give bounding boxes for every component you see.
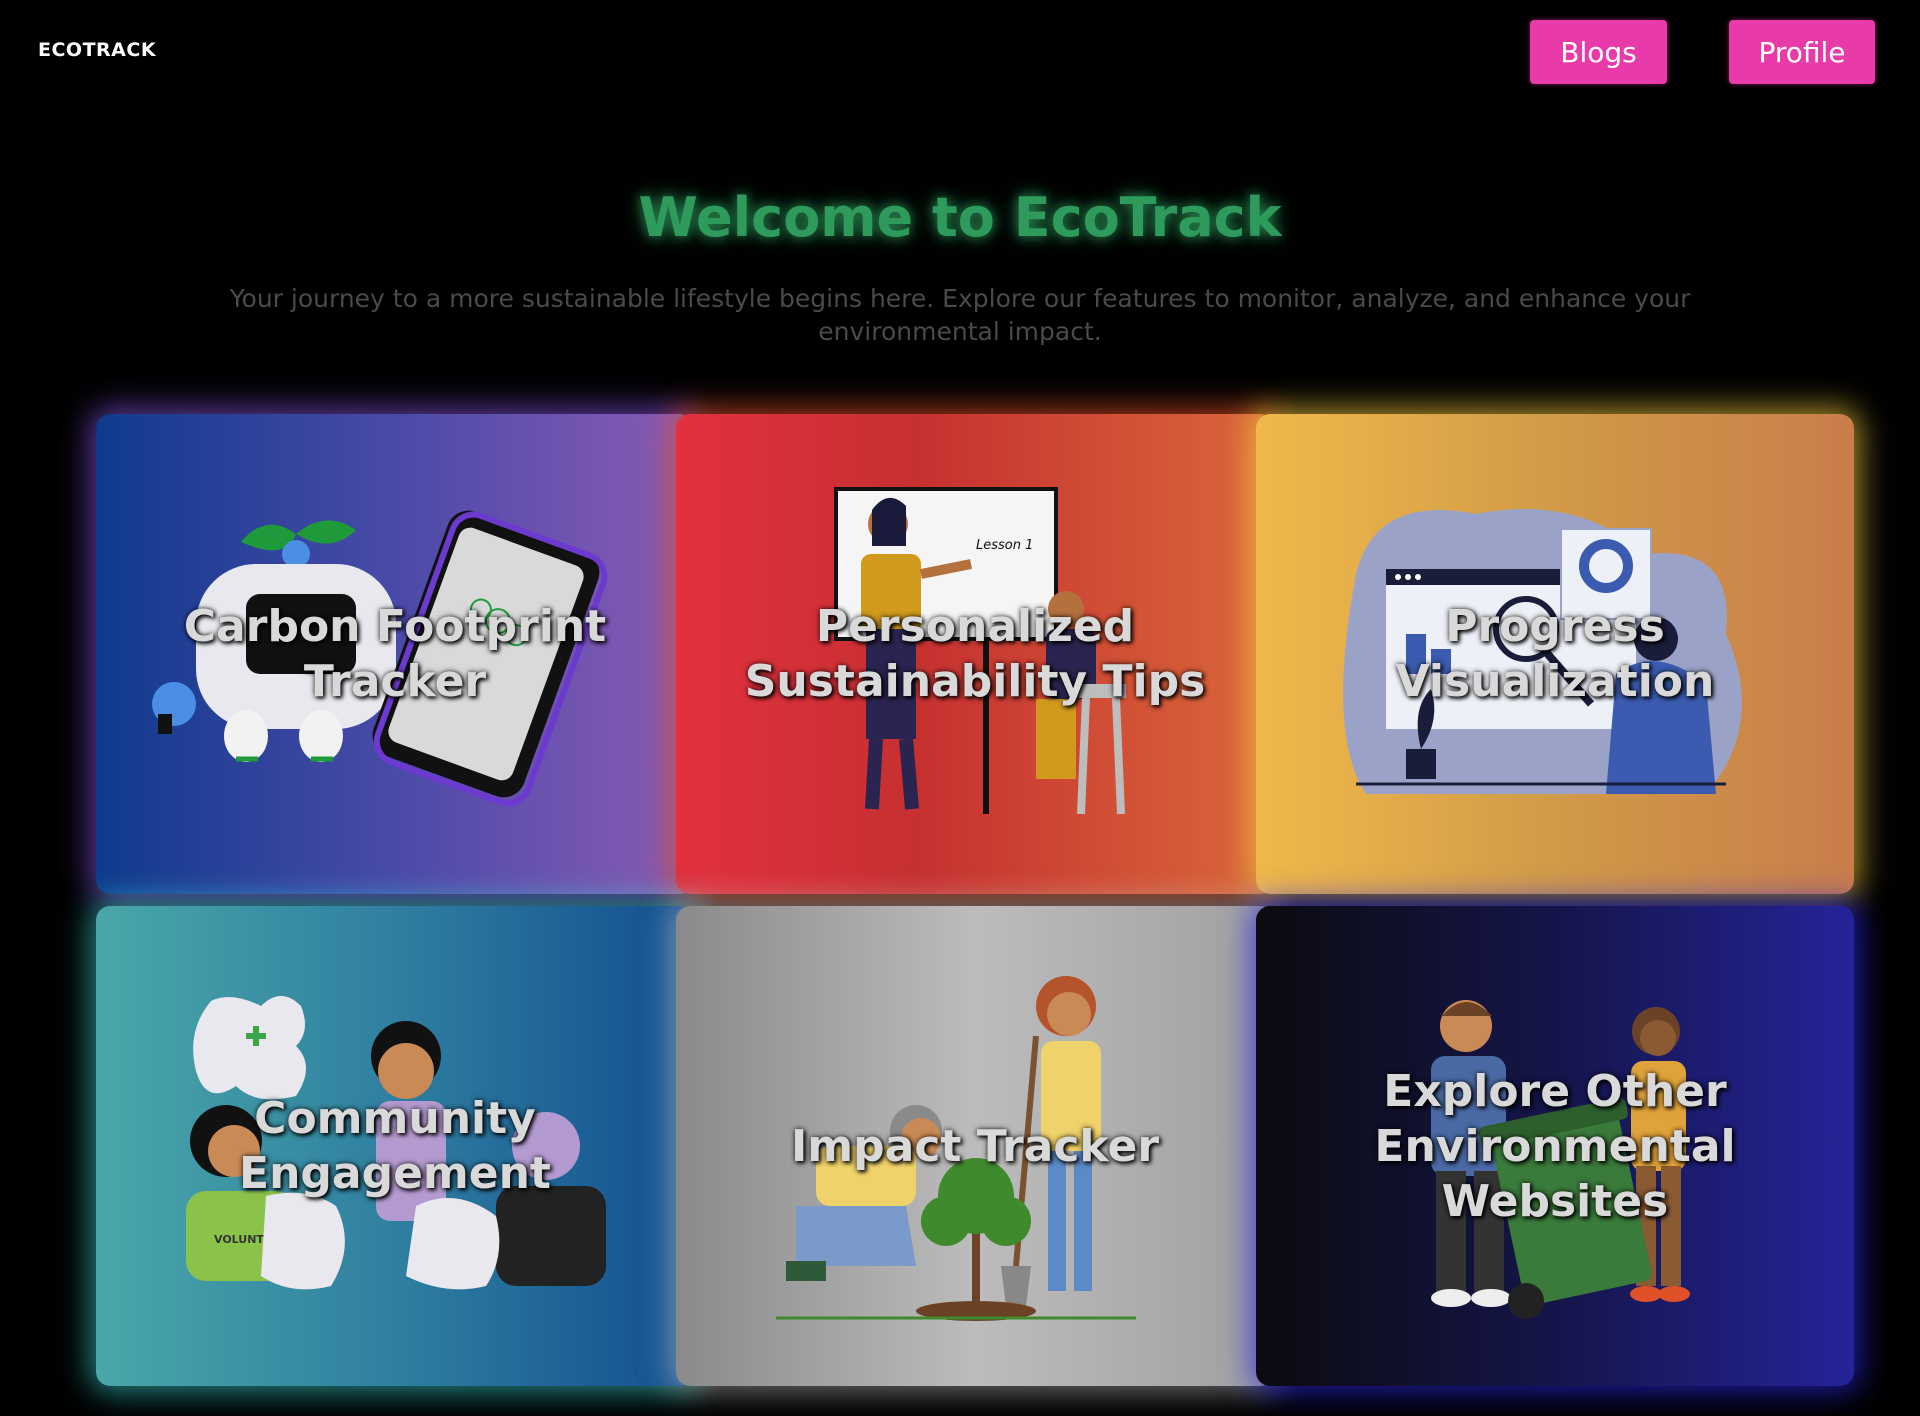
feature-card-community-engagement[interactable]: VOLUNTE Community Engagement [96, 906, 694, 1386]
card-title: Progress Visualization [1395, 601, 1715, 707]
card-title: Explore Other Environmental Websites [1374, 1065, 1736, 1227]
card-title: Community Engagement [239, 1093, 551, 1199]
brand-logo[interactable]: ECOTRACK [38, 39, 156, 61]
page-subtitle: Your journey to a more sustainable lifes… [229, 284, 1691, 346]
card-title: Impact Tracker [790, 1120, 1160, 1172]
feature-card-impact-tracker[interactable]: Impact Tracker [676, 906, 1274, 1386]
blogs-button[interactable]: Blogs [1530, 20, 1667, 84]
feature-card-sustainability-tips[interactable]: Lesson 1 Personalized Sustainability Tip… [676, 414, 1274, 894]
feature-card-progress-visualization[interactable]: Progress Visualization [1256, 414, 1854, 894]
profile-button[interactable]: Profile [1729, 20, 1875, 84]
page-title: Welcome to EcoTrack [638, 186, 1282, 249]
feature-card-carbon-footprint[interactable]: Carbon Footprint Tracker [96, 414, 694, 894]
feature-card-explore-websites[interactable]: Explore Other Environmental Websites [1256, 906, 1854, 1386]
card-title: Personalized Sustainability Tips [744, 601, 1206, 707]
navbar: ECOTRACK Blogs Profile [0, 0, 1920, 106]
card-title: Carbon Footprint Tracker [183, 601, 607, 707]
